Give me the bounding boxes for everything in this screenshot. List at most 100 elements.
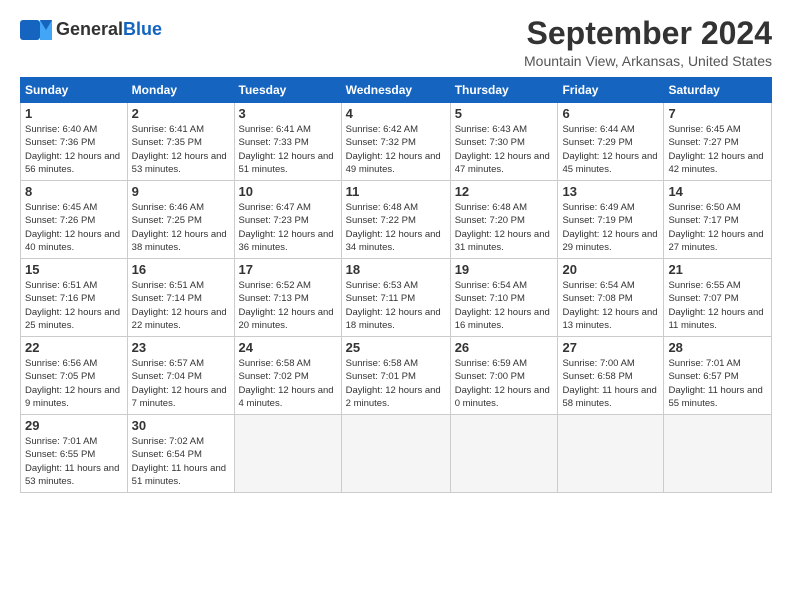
- col-wednesday: Wednesday: [341, 78, 450, 103]
- day-info: Sunrise: 6:55 AMSunset: 7:07 PMDaylight:…: [668, 279, 767, 332]
- col-thursday: Thursday: [450, 78, 558, 103]
- calendar-header-row: Sunday Monday Tuesday Wednesday Thursday…: [21, 78, 772, 103]
- day-info: Sunrise: 6:57 AMSunset: 7:04 PMDaylight:…: [132, 357, 230, 410]
- day-number: 12: [455, 184, 554, 199]
- day-info: Sunrise: 6:41 AMSunset: 7:35 PMDaylight:…: [132, 123, 230, 176]
- day-cell: 22 Sunrise: 6:56 AMSunset: 7:05 PMDayligh…: [21, 337, 128, 415]
- day-cell: 19Sunrise: 6:54 AMSunset: 7:10 PMDayligh…: [450, 259, 558, 337]
- day-cell: 3 Sunrise: 6:41 AMSunset: 7:33 PMDaylight…: [234, 103, 341, 181]
- day-cell: 17 Sunrise: 6:52 AMSunset: 7:13 PMDayligh…: [234, 259, 341, 337]
- day-number: 27: [562, 340, 659, 355]
- day-cell: 29 Sunrise: 7:01 AMSunset: 6:55 PMDayligh…: [21, 415, 128, 493]
- day-info: Sunrise: 6:44 AMSunset: 7:29 PMDaylight:…: [562, 123, 659, 176]
- day-info: Sunrise: 6:54 AMSunset: 7:08 PMDaylight:…: [562, 279, 659, 332]
- col-sunday: Sunday: [21, 78, 128, 103]
- calendar-row: 22 Sunrise: 6:56 AMSunset: 7:05 PMDayligh…: [21, 337, 772, 415]
- day-info: Sunrise: 6:48 AMSunset: 7:20 PMDaylight:…: [455, 201, 554, 254]
- day-info: Sunrise: 6:40 AMSunset: 7:36 PMDaylight:…: [25, 123, 123, 176]
- day-cell: 26Sunrise: 6:59 AMSunset: 7:00 PMDayligh…: [450, 337, 558, 415]
- day-info: Sunrise: 6:48 AMSunset: 7:22 PMDaylight:…: [346, 201, 446, 254]
- day-info: Sunrise: 6:59 AMSunset: 7:00 PMDaylight:…: [455, 357, 554, 410]
- day-cell: 18 Sunrise: 6:53 AMSunset: 7:11 PMDayligh…: [341, 259, 450, 337]
- day-cell: 20 Sunrise: 6:54 AMSunset: 7:08 PMDayligh…: [558, 259, 664, 337]
- day-number: 16: [132, 262, 230, 277]
- empty-cell: [341, 415, 450, 493]
- day-info: Sunrise: 6:51 AMSunset: 7:14 PMDaylight:…: [132, 279, 230, 332]
- calendar-row: 15 Sunrise: 6:51 AMSunset: 7:16 PMDayligh…: [21, 259, 772, 337]
- day-cell: 8 Sunrise: 6:45 AMSunset: 7:26 PMDaylight…: [21, 181, 128, 259]
- month-title: September 2024: [524, 16, 772, 51]
- day-number: 10: [239, 184, 337, 199]
- logo: GeneralBlue: [20, 16, 162, 44]
- day-number: 18: [346, 262, 446, 277]
- day-cell: 23 Sunrise: 6:57 AMSunset: 7:04 PMDayligh…: [127, 337, 234, 415]
- col-saturday: Saturday: [664, 78, 772, 103]
- day-info: Sunrise: 6:41 AMSunset: 7:33 PMDaylight:…: [239, 123, 337, 176]
- day-number: 20: [562, 262, 659, 277]
- day-info: Sunrise: 6:47 AMSunset: 7:23 PMDaylight:…: [239, 201, 337, 254]
- day-info: Sunrise: 7:00 AMSunset: 6:58 PMDaylight:…: [562, 357, 659, 410]
- day-info: Sunrise: 6:53 AMSunset: 7:11 PMDaylight:…: [346, 279, 446, 332]
- day-cell: 25Sunrise: 6:58 AMSunset: 7:01 PMDayligh…: [341, 337, 450, 415]
- day-cell: 14Sunrise: 6:50 AMSunset: 7:17 PMDayligh…: [664, 181, 772, 259]
- day-info: Sunrise: 6:51 AMSunset: 7:16 PMDaylight:…: [25, 279, 123, 332]
- day-number: 15: [25, 262, 123, 277]
- calendar-row: 29 Sunrise: 7:01 AMSunset: 6:55 PMDayligh…: [21, 415, 772, 493]
- day-info: Sunrise: 6:45 AMSunset: 7:27 PMDaylight:…: [668, 123, 767, 176]
- day-cell: 11 Sunrise: 6:48 AMSunset: 7:22 PMDayligh…: [341, 181, 450, 259]
- day-info: Sunrise: 7:02 AMSunset: 6:54 PMDaylight:…: [132, 435, 230, 488]
- day-cell: 6 Sunrise: 6:44 AMSunset: 7:29 PMDaylight…: [558, 103, 664, 181]
- day-info: Sunrise: 6:49 AMSunset: 7:19 PMDaylight:…: [562, 201, 659, 254]
- day-info: Sunrise: 6:56 AMSunset: 7:05 PMDaylight:…: [25, 357, 123, 410]
- day-number: 13: [562, 184, 659, 199]
- day-number: 1: [25, 106, 123, 121]
- day-number: 5: [455, 106, 554, 121]
- day-cell: 1 Sunrise: 6:40 AMSunset: 7:36 PMDaylight…: [21, 103, 128, 181]
- day-info: Sunrise: 6:58 AMSunset: 7:02 PMDaylight:…: [239, 357, 337, 410]
- day-number: 6: [562, 106, 659, 121]
- day-number: 23: [132, 340, 230, 355]
- day-cell: 16 Sunrise: 6:51 AMSunset: 7:14 PMDayligh…: [127, 259, 234, 337]
- day-number: 11: [346, 184, 446, 199]
- day-number: 8: [25, 184, 123, 199]
- logo-icon: [20, 16, 52, 44]
- day-number: 30: [132, 418, 230, 433]
- day-cell: 9Sunrise: 6:46 AMSunset: 7:25 PMDaylight…: [127, 181, 234, 259]
- day-info: Sunrise: 6:45 AMSunset: 7:26 PMDaylight:…: [25, 201, 123, 254]
- day-number: 3: [239, 106, 337, 121]
- day-info: Sunrise: 6:46 AMSunset: 7:25 PMDaylight:…: [132, 201, 230, 254]
- day-info: Sunrise: 6:42 AMSunset: 7:32 PMDaylight:…: [346, 123, 446, 176]
- day-number: 4: [346, 106, 446, 121]
- day-cell: 27 Sunrise: 7:00 AMSunset: 6:58 PMDayligh…: [558, 337, 664, 415]
- calendar-row: 1 Sunrise: 6:40 AMSunset: 7:36 PMDaylight…: [21, 103, 772, 181]
- day-info: Sunrise: 7:01 AMSunset: 6:55 PMDaylight:…: [25, 435, 123, 488]
- empty-cell: [450, 415, 558, 493]
- header: GeneralBlue September 2024 Mountain View…: [20, 16, 772, 69]
- day-cell: 2 Sunrise: 6:41 AMSunset: 7:35 PMDaylight…: [127, 103, 234, 181]
- day-number: 24: [239, 340, 337, 355]
- day-number: 19: [455, 262, 554, 277]
- day-info: Sunrise: 6:58 AMSunset: 7:01 PMDaylight:…: [346, 357, 446, 410]
- day-number: 2: [132, 106, 230, 121]
- col-friday: Friday: [558, 78, 664, 103]
- day-cell: 7Sunrise: 6:45 AMSunset: 7:27 PMDaylight…: [664, 103, 772, 181]
- day-cell: 15 Sunrise: 6:51 AMSunset: 7:16 PMDayligh…: [21, 259, 128, 337]
- day-cell: 5 Sunrise: 6:43 AMSunset: 7:30 PMDaylight…: [450, 103, 558, 181]
- day-number: 22: [25, 340, 123, 355]
- day-info: Sunrise: 7:01 AMSunset: 6:57 PMDaylight:…: [668, 357, 767, 410]
- day-number: 14: [668, 184, 767, 199]
- empty-cell: [558, 415, 664, 493]
- day-number: 28: [668, 340, 767, 355]
- calendar-row: 8 Sunrise: 6:45 AMSunset: 7:26 PMDaylight…: [21, 181, 772, 259]
- day-number: 17: [239, 262, 337, 277]
- day-cell: 10 Sunrise: 6:47 AMSunset: 7:23 PMDayligh…: [234, 181, 341, 259]
- day-info: Sunrise: 6:43 AMSunset: 7:30 PMDaylight:…: [455, 123, 554, 176]
- day-number: 29: [25, 418, 123, 433]
- col-tuesday: Tuesday: [234, 78, 341, 103]
- day-cell: 28 Sunrise: 7:01 AMSunset: 6:57 PMDayligh…: [664, 337, 772, 415]
- logo-text: GeneralBlue: [56, 19, 162, 39]
- day-info: Sunrise: 6:52 AMSunset: 7:13 PMDaylight:…: [239, 279, 337, 332]
- location: Mountain View, Arkansas, United States: [524, 53, 772, 69]
- day-cell: 21Sunrise: 6:55 AMSunset: 7:07 PMDayligh…: [664, 259, 772, 337]
- calendar: Sunday Monday Tuesday Wednesday Thursday…: [20, 77, 772, 493]
